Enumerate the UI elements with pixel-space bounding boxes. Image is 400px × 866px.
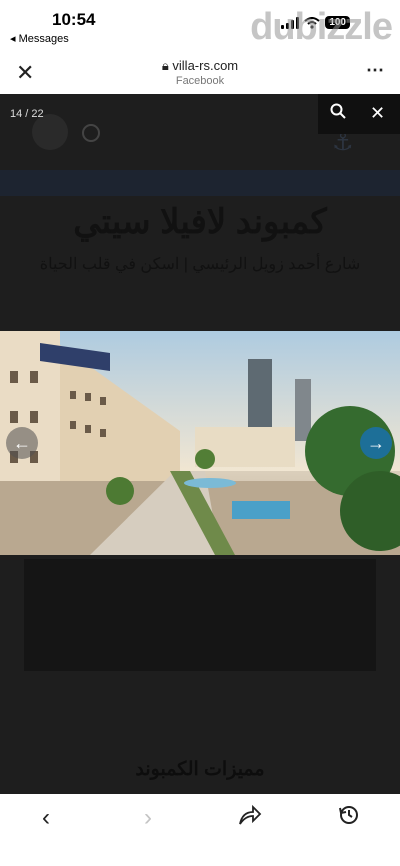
compound-render (0, 331, 400, 555)
page-subtitle: شارع أحمد زويل الرئيسي | اسكن في قلب الح… (39, 256, 361, 273)
features-heading: مميزات الكمبوند (135, 759, 265, 780)
gallery-image[interactable]: ← → (0, 331, 400, 555)
page-title: كمبوند لافيلا سيتي (73, 203, 327, 241)
site-label: Facebook (175, 75, 225, 87)
forward-icon[interactable]: › (144, 804, 152, 832)
arrow-left-icon[interactable]: ← (6, 427, 38, 459)
share-icon[interactable] (238, 804, 262, 833)
back-icon[interactable]: ‹ (42, 804, 50, 832)
user-icon[interactable] (82, 124, 100, 142)
browser-toolbar: ‹ › (0, 794, 400, 866)
web-page-lightbox: ⚓︎ 14 / 22 ✕ كمبوند لافيلا سيتي شارع أحم… (0, 94, 400, 794)
content-block (24, 559, 376, 671)
history-icon[interactable] (338, 804, 360, 833)
status-time: 10:54 (52, 10, 96, 29)
nav-strip (0, 170, 400, 196)
search-icon[interactable] (330, 103, 346, 124)
dubizzle-watermark: dubizzle (250, 6, 393, 48)
lightbox-actions: ✕ (318, 94, 400, 134)
address-bar[interactable]: 🔒︎ villa-rs.com (0, 58, 400, 74)
browser-header: ✕ 🔒︎ villa-rs.com Facebook ⋯ (0, 50, 400, 94)
close-lightbox-icon[interactable]: ✕ (370, 103, 385, 124)
more-icon[interactable]: ⋯ (366, 60, 384, 81)
status-bar: 10:54 ◂ Messages 100 dubizzle (0, 0, 400, 50)
back-to-messages-link[interactable]: ◂ Messages (10, 32, 69, 45)
url-text: villa-rs.com (172, 58, 239, 73)
arrow-right-icon[interactable]: → (360, 427, 392, 459)
lock-icon: 🔒︎ (161, 58, 169, 73)
gallery-counter: 14 / 22 (10, 108, 44, 120)
